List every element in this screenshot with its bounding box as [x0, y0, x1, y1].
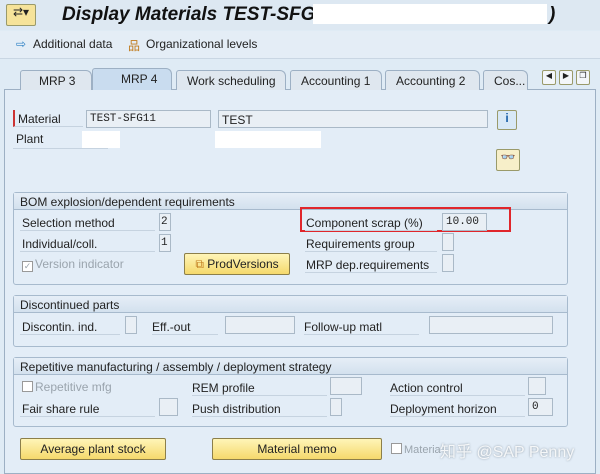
rem-profile-field[interactable]	[330, 377, 362, 395]
component-scrap-field[interactable]: 10.00	[442, 213, 487, 231]
action-control-label: Action control	[390, 379, 525, 396]
checkbox-empty-icon	[391, 443, 402, 454]
prodversions-icon: ⧉	[195, 257, 208, 271]
tab-mrp3[interactable]: MRP 3	[20, 70, 92, 90]
material-label: Material	[13, 110, 83, 127]
title-bar: ⇄▾ Display Materials TEST-SFG11 ( )	[0, 0, 600, 30]
info-icon[interactable]: i	[497, 110, 517, 130]
average-plant-stock-button[interactable]: Average plant stock	[20, 438, 166, 460]
page-title-close: )	[549, 4, 556, 25]
component-scrap-label: Component scrap (%)	[305, 214, 437, 231]
menu-icon[interactable]: ⇄▾	[6, 4, 36, 26]
prodversions-label: ProdVersions	[207, 257, 279, 271]
follow-up-matl-label: Follow-up matl	[304, 318, 419, 335]
fair-share-rule-field[interactable]	[159, 398, 178, 416]
requirements-group-field[interactable]	[442, 233, 454, 251]
fair-share-rule-label: Fair share rule	[20, 400, 155, 417]
tab-strip: MRP 3 MRP 4 Work scheduling Accounting 1…	[0, 66, 600, 90]
discontin-ind-label: Discontin. ind.	[20, 318, 120, 335]
tab-mrp4[interactable]: MRP 4	[92, 68, 172, 90]
additional-data-button[interactable]: Additional data	[33, 37, 112, 51]
deployment-horizon-field[interactable]: 0	[528, 398, 553, 416]
tab-scroll-left-icon[interactable]: ◀	[542, 70, 556, 85]
repetitive-mfg-checkbox[interactable]: Repetitive mfg	[22, 380, 112, 394]
tab-accounting-2[interactable]: Accounting 2	[385, 70, 480, 90]
deployment-horizon-label: Deployment horizon	[390, 400, 525, 417]
material-memo-checkbox[interactable]: Materia	[391, 443, 441, 456]
material-field[interactable]: TEST-SFG11	[86, 110, 211, 128]
repetitive-group-title: Repetitive manufacturing / assembly / de…	[14, 358, 567, 375]
discontinued-group-title: Discontinued parts	[14, 296, 567, 313]
push-distribution-label: Push distribution	[192, 400, 327, 417]
repetitive-mfg-label: Repetitive mfg	[35, 380, 112, 394]
mrp-dep-req-field[interactable]	[442, 254, 454, 272]
plant-name-redacted	[215, 131, 321, 148]
follow-up-matl-field[interactable]	[429, 316, 553, 334]
org-hierarchy-icon: 品	[128, 39, 141, 53]
prodversions-button[interactable]: ⧉ ProdVersions	[184, 253, 290, 275]
page-title: Display Materials TEST-SFG11 (	[62, 4, 347, 25]
checkmark-icon: ✓	[22, 261, 33, 272]
discontin-ind-field[interactable]	[125, 316, 137, 334]
requirements-group-label: Requirements group	[305, 235, 437, 252]
eff-out-field[interactable]	[225, 316, 295, 334]
arrow-right-icon: ⇨	[16, 37, 27, 51]
glasses-icon[interactable]: 👓	[496, 149, 520, 171]
eff-out-label: Eff.-out	[152, 318, 218, 335]
version-indicator-checkbox[interactable]: ✓ Version indicator	[22, 257, 124, 272]
individual-coll-label: Individual/coll.	[20, 235, 155, 252]
action-control-field[interactable]	[528, 377, 546, 395]
tab-work-scheduling[interactable]: Work scheduling	[176, 70, 286, 90]
tab-list-icon[interactable]: ❐	[576, 70, 590, 85]
tab-accounting-1[interactable]: Accounting 1	[290, 70, 382, 90]
selection-method-label: Selection method	[20, 214, 155, 231]
material-description-field[interactable]: TEST	[218, 110, 488, 128]
redacted-area	[313, 4, 547, 24]
push-distribution-field[interactable]	[330, 398, 342, 416]
material-memo-checkbox-label: Materia	[404, 444, 441, 456]
mrp-dep-req-label: MRP dep.requirements	[305, 256, 437, 273]
watermark: 知乎 @SAP Penny	[440, 444, 575, 461]
tab-scroll-right-icon[interactable]: ▶	[559, 70, 573, 85]
rem-profile-label: REM profile	[192, 379, 327, 396]
material-memo-button[interactable]: Material memo	[212, 438, 382, 460]
plant-value-redacted	[82, 131, 120, 148]
org-levels-button[interactable]: Organizational levels	[146, 37, 257, 51]
individual-coll-field[interactable]: 1	[159, 234, 171, 252]
version-indicator-label: Version indicator	[35, 257, 124, 271]
checkbox-empty-icon	[22, 381, 33, 392]
selection-method-field[interactable]: 2	[159, 213, 171, 231]
tab-costing[interactable]: Cos...	[483, 70, 528, 90]
